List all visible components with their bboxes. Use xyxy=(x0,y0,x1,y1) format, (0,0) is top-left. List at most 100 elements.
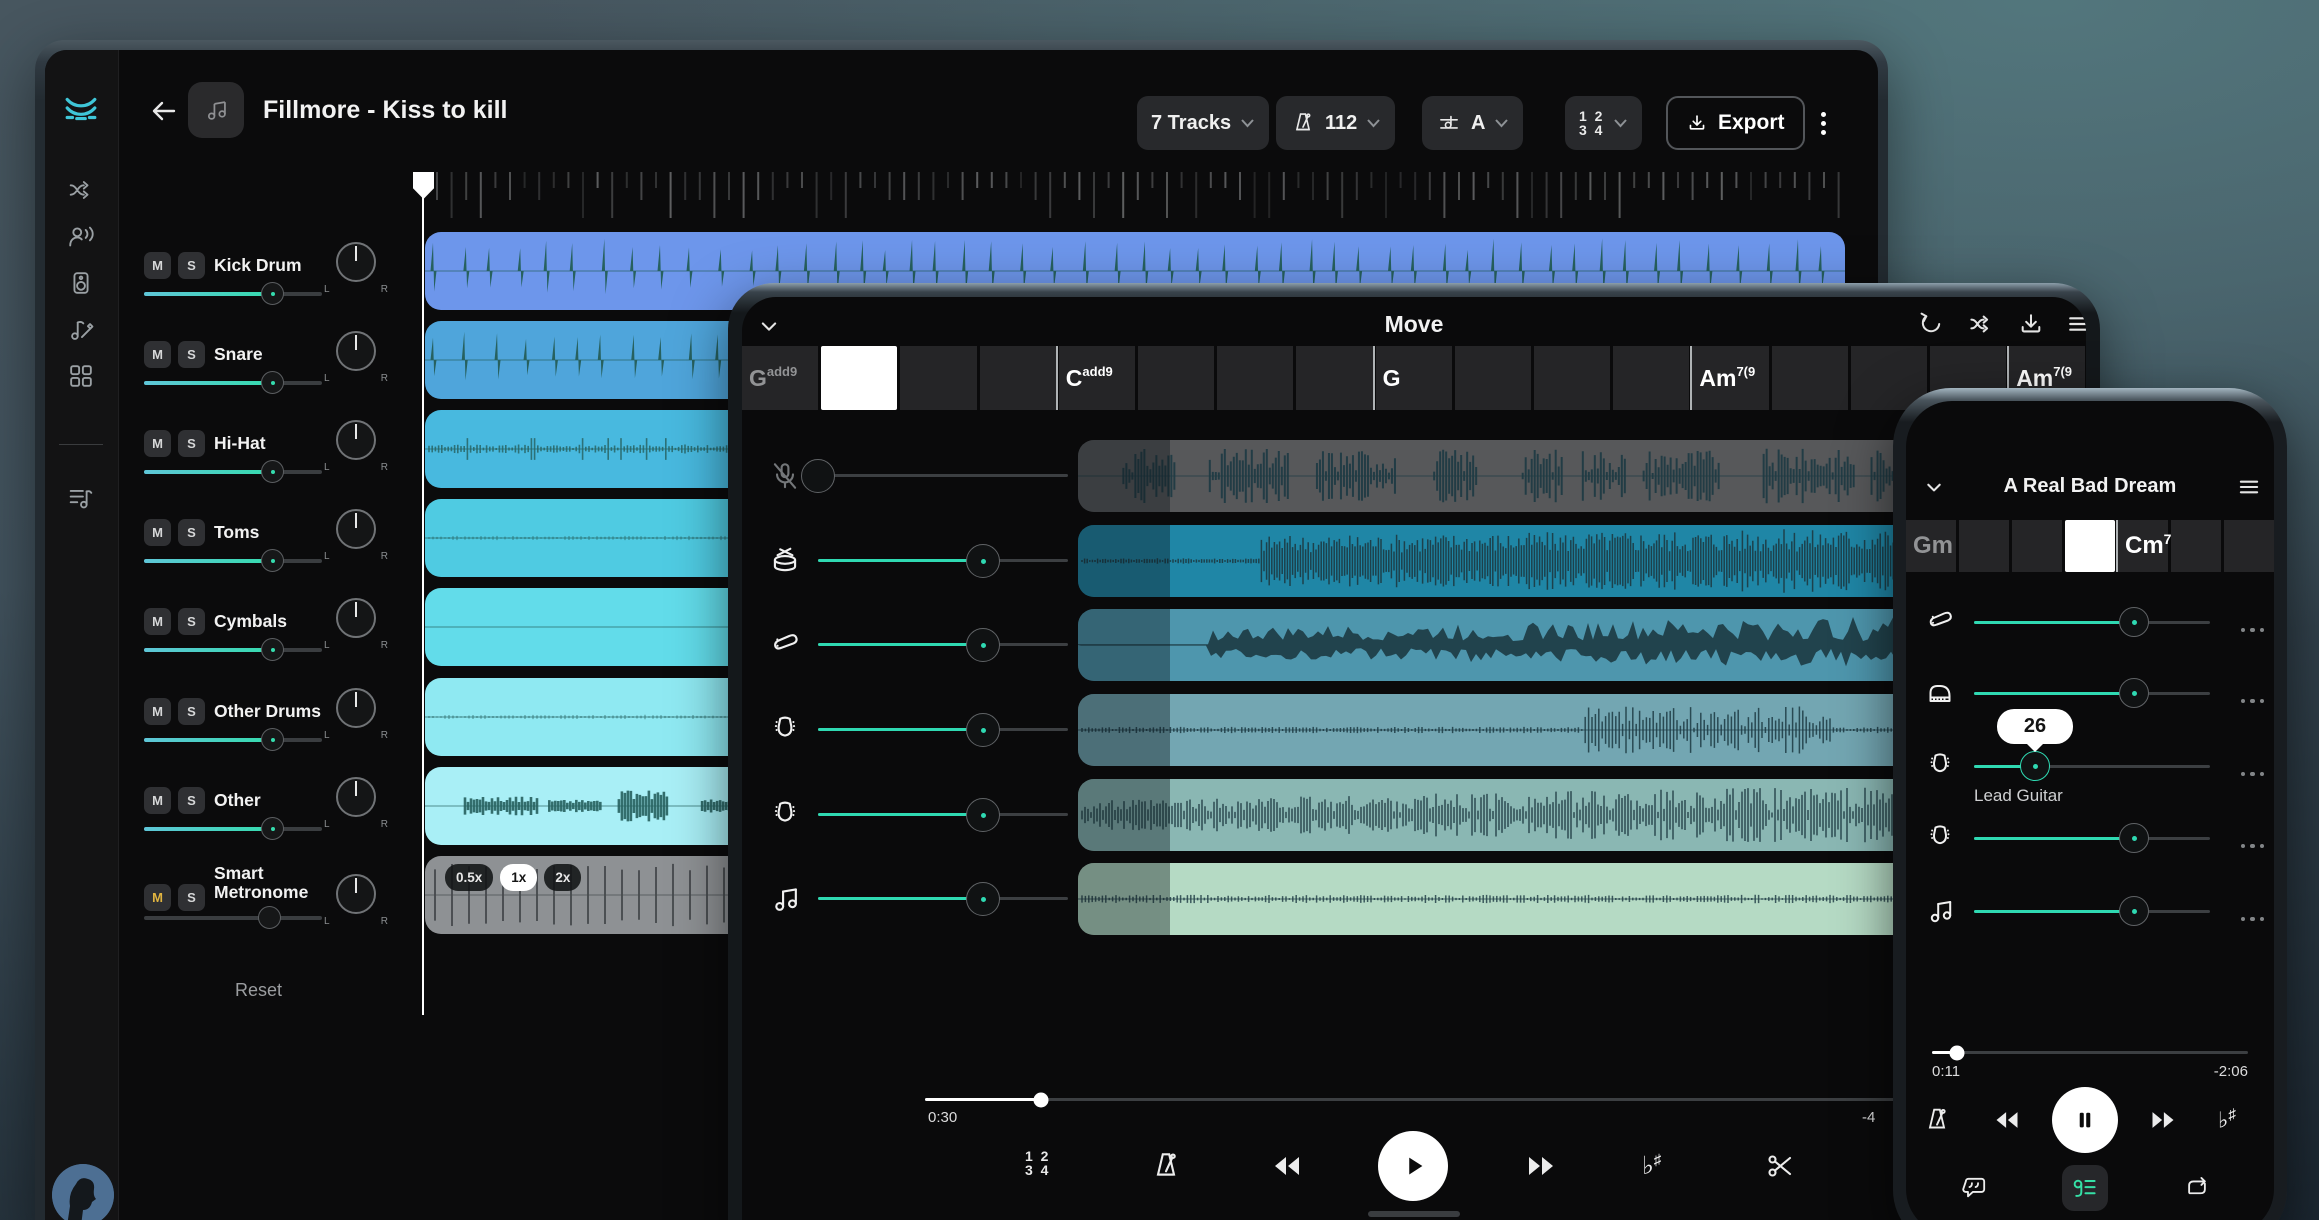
solo-button[interactable]: S xyxy=(178,252,205,279)
volume-slider[interactable] xyxy=(818,813,1068,816)
pan-knob[interactable] xyxy=(336,420,376,460)
volume-knob[interactable] xyxy=(966,628,1000,662)
metronome-button[interactable] xyxy=(1922,1105,1952,1135)
track-options-button[interactable] xyxy=(2238,763,2267,781)
volume-slider[interactable] xyxy=(144,648,322,652)
chord-cell[interactable] xyxy=(2171,520,2221,572)
mute-button[interactable]: M xyxy=(144,430,171,457)
volume-slider[interactable] xyxy=(144,292,322,296)
split-button[interactable] xyxy=(1967,310,1995,338)
pan-knob[interactable] xyxy=(336,688,376,728)
volume-knob[interactable] xyxy=(261,282,284,305)
speed-chip-0.5x[interactable]: 0.5x xyxy=(445,864,493,891)
pitch-button[interactable]: ♭♯ xyxy=(2218,1106,2236,1133)
volume-slider[interactable] xyxy=(818,897,1068,900)
lyrics-button[interactable] xyxy=(1961,1174,1989,1202)
undo-button[interactable] xyxy=(1917,310,1945,338)
solo-button[interactable]: S xyxy=(178,341,205,368)
track-options-button[interactable] xyxy=(2238,690,2267,708)
chord-cell[interactable] xyxy=(1217,346,1293,410)
volume-knob[interactable] xyxy=(966,713,1000,747)
speed-chip-1x[interactable]: 1x xyxy=(500,864,537,891)
chords-tab-button[interactable] xyxy=(2062,1165,2108,1211)
chord-cell[interactable] xyxy=(2012,520,2062,572)
mute-button[interactable]: M xyxy=(144,884,171,911)
volume-slider[interactable] xyxy=(144,470,322,474)
chord-cell[interactable] xyxy=(1613,346,1689,410)
chord-cell[interactable] xyxy=(1959,520,2009,572)
volume-knob[interactable] xyxy=(801,459,835,493)
speed-chip-2x[interactable]: 2x xyxy=(544,864,581,891)
solo-button[interactable]: S xyxy=(178,519,205,546)
volume-knob[interactable] xyxy=(261,817,284,840)
download-button[interactable] xyxy=(2017,310,2045,338)
volume-knob[interactable] xyxy=(2020,751,2050,781)
volume-knob[interactable] xyxy=(261,371,284,394)
mute-button[interactable]: M xyxy=(144,787,171,814)
progress-knob[interactable] xyxy=(1950,1045,1965,1060)
mute-button[interactable]: M xyxy=(144,698,171,725)
volume-knob[interactable] xyxy=(966,882,1000,916)
reset-button[interactable]: Reset xyxy=(235,980,282,1001)
timesig-button[interactable]: 1 23 4 xyxy=(1025,1149,1050,1177)
chord-cell[interactable] xyxy=(1534,346,1610,410)
chord-cell[interactable] xyxy=(1296,346,1372,410)
volume-slider[interactable] xyxy=(1974,837,2210,840)
forward-button[interactable] xyxy=(1524,1150,1558,1182)
volume-knob[interactable] xyxy=(258,906,281,929)
volume-knob[interactable] xyxy=(2119,823,2149,853)
chord-cell[interactable]: Gm xyxy=(1906,520,1956,572)
metronome-button[interactable] xyxy=(1149,1149,1183,1183)
chord-cell[interactable] xyxy=(1772,346,1848,410)
avatar[interactable] xyxy=(52,1164,114,1220)
solo-button[interactable]: S xyxy=(178,430,205,457)
pan-knob[interactable] xyxy=(336,598,376,638)
volume-knob[interactable] xyxy=(2119,896,2149,926)
chord-cell[interactable]: G xyxy=(1376,346,1452,410)
mute-button[interactable]: M xyxy=(144,341,171,368)
play-button[interactable] xyxy=(1378,1131,1448,1201)
chord-cell[interactable] xyxy=(2065,520,2115,572)
volume-slider[interactable] xyxy=(144,381,322,385)
volume-knob[interactable] xyxy=(261,549,284,572)
chord-cell[interactable] xyxy=(2224,520,2274,572)
volume-slider[interactable] xyxy=(818,643,1068,646)
progress-knob[interactable] xyxy=(1034,1092,1049,1107)
volume-slider[interactable] xyxy=(144,738,322,742)
pan-knob[interactable] xyxy=(336,331,376,371)
mute-button[interactable]: M xyxy=(144,519,171,546)
volume-slider[interactable] xyxy=(818,728,1068,731)
chord-cell[interactable] xyxy=(900,346,976,410)
track-options-button[interactable] xyxy=(2238,619,2267,637)
chord-cell[interactable] xyxy=(821,346,897,410)
volume-knob[interactable] xyxy=(2119,607,2149,637)
volume-knob[interactable] xyxy=(261,460,284,483)
pan-knob[interactable] xyxy=(336,874,376,914)
solo-button[interactable]: S xyxy=(178,787,205,814)
chord-cell[interactable]: Cadd9 xyxy=(1059,346,1135,410)
track-options-button[interactable] xyxy=(2238,908,2267,926)
loop-button[interactable] xyxy=(2183,1174,2211,1202)
volume-knob[interactable] xyxy=(261,728,284,751)
chord-cell[interactable] xyxy=(1138,346,1214,410)
volume-slider[interactable] xyxy=(144,559,322,563)
solo-button[interactable]: S xyxy=(178,884,205,911)
volume-slider[interactable] xyxy=(144,916,322,920)
rewind-button[interactable] xyxy=(1270,1150,1304,1182)
rewind-button[interactable] xyxy=(1992,1106,2022,1134)
chord-cell[interactable]: Gadd9 xyxy=(742,346,818,410)
chord-cell[interactable]: Am7(9 xyxy=(1692,346,1768,410)
phone-progress-bar[interactable] xyxy=(1932,1051,2248,1054)
volume-slider[interactable] xyxy=(818,559,1068,562)
volume-slider[interactable] xyxy=(818,474,1068,477)
forward-button[interactable] xyxy=(2148,1106,2178,1134)
mute-button[interactable]: M xyxy=(144,608,171,635)
track-options-button[interactable] xyxy=(2238,835,2267,853)
pan-knob[interactable] xyxy=(336,242,376,282)
volume-knob[interactable] xyxy=(261,638,284,661)
volume-knob[interactable] xyxy=(966,798,1000,832)
trim-button[interactable] xyxy=(1764,1150,1796,1182)
volume-knob[interactable] xyxy=(2119,678,2149,708)
menu-button[interactable] xyxy=(2236,474,2262,500)
volume-slider[interactable] xyxy=(144,827,322,831)
